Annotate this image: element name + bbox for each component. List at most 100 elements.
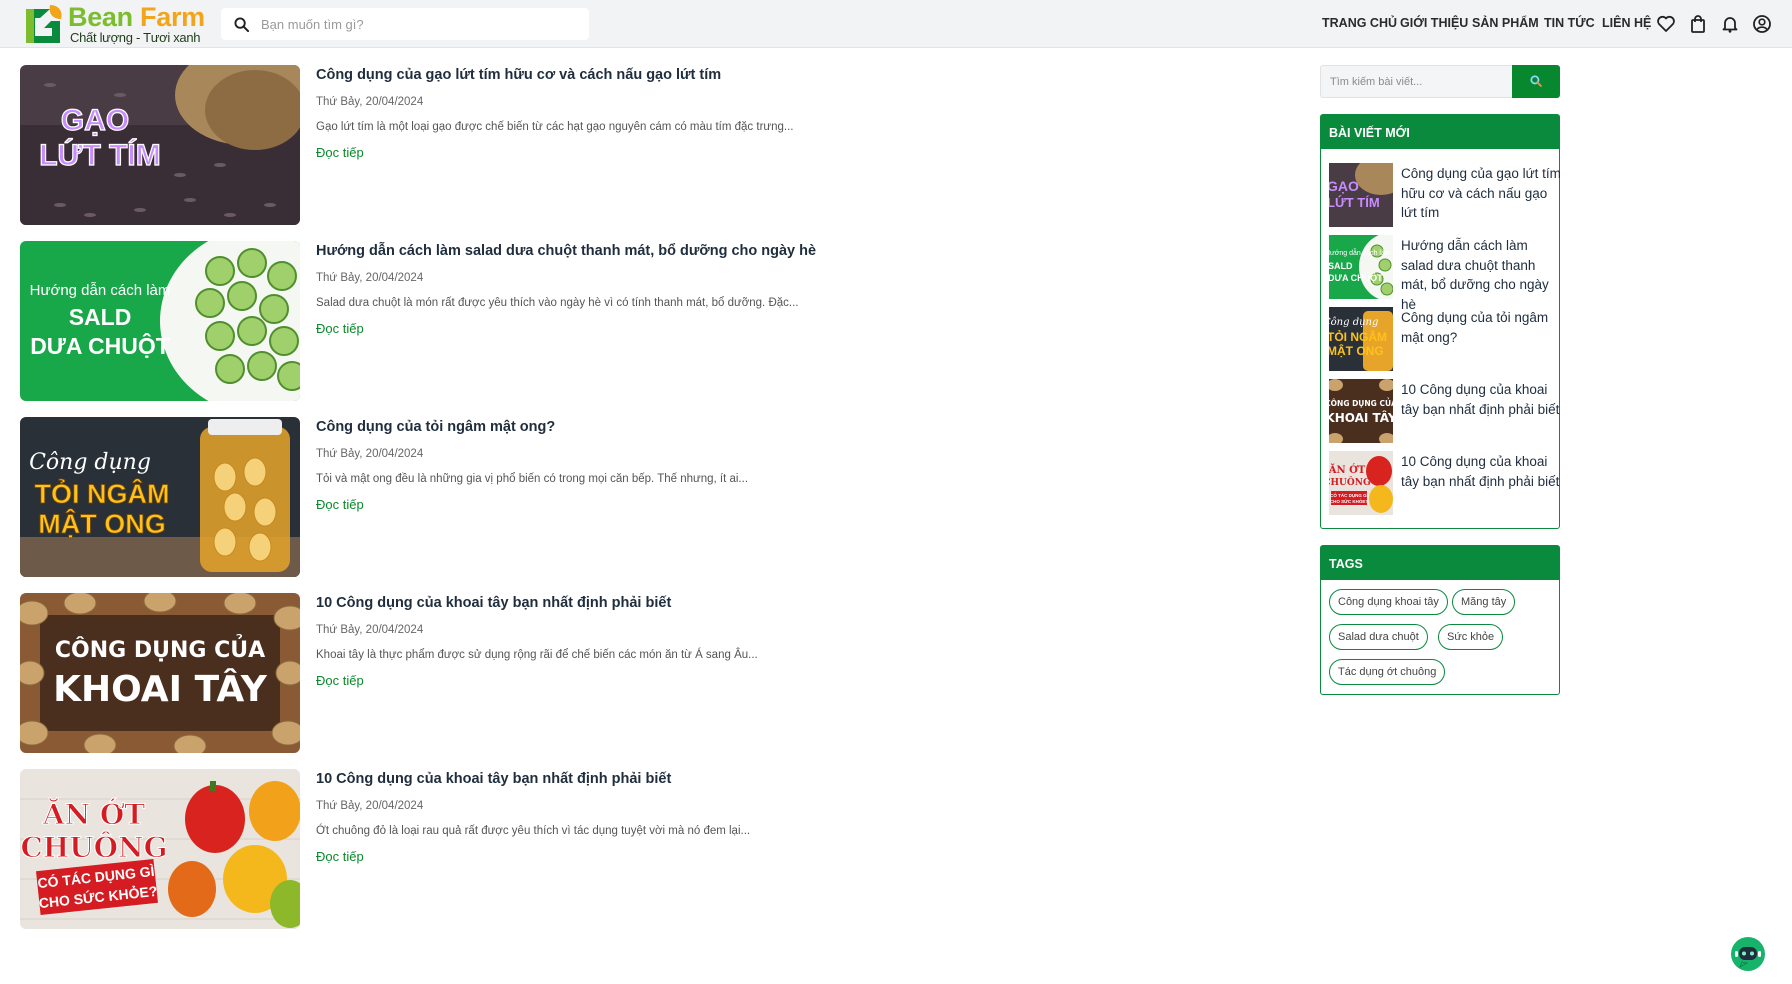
article-thumbnail[interactable]: Công dụng TỎI NGÂM MẬT ONG xyxy=(20,417,300,577)
main-nav: TRANG CHỦ GIỚI THIỆU SẢN PHẨM TIN TỨC LI… xyxy=(0,16,1792,34)
article-thumbnail[interactable]: GẠO LỨT TÍM xyxy=(20,65,300,225)
article-excerpt: Gạo lứt tím là một loại gạo được chế biế… xyxy=(316,121,794,133)
recent-post-item[interactable]: CÔNG DỤNG CỦA KHOAI TÂY 10 Công dụng của… xyxy=(1329,379,1561,443)
top-header: Bean Farm Chất lượng - Tươi xanh TRANG C… xyxy=(0,0,1792,48)
svg-text:CÔNG DỤNG CỦA: CÔNG DỤNG CỦA xyxy=(55,635,265,663)
bell-icon[interactable] xyxy=(1720,14,1740,34)
svg-text:KHOAI TÂY: KHOAI TÂY xyxy=(1329,410,1393,425)
svg-text:GẠO: GẠO xyxy=(1329,178,1359,194)
nav-home[interactable]: TRANG CHỦ xyxy=(1322,16,1397,30)
recent-post-title: Công dụng của gạo lứt tím hữu cơ và cách… xyxy=(1401,166,1561,220)
article-card: GẠO LỨT TÍM Công dụng của gạo lứt tím hữ… xyxy=(20,65,880,225)
chatbot-icon[interactable] xyxy=(1730,936,1766,972)
recent-post-item[interactable]: Hướng dẫn cách làm SALD DƯA CHUỘT Hướng … xyxy=(1329,235,1561,312)
svg-text:Công dụng: Công dụng xyxy=(29,450,151,475)
svg-text:CHUÔNG: CHUÔNG xyxy=(20,830,167,864)
svg-text:SALD: SALD xyxy=(1329,261,1353,271)
sidebar-search-button[interactable] xyxy=(1512,65,1560,98)
read-more-link[interactable]: Đọc tiếp xyxy=(316,849,364,864)
tags-title: TAGS xyxy=(1321,546,1559,580)
recent-posts-panel: BÀI VIẾT MỚI GẠO LỨT TÍM Công dụng của g… xyxy=(1320,114,1561,529)
article-excerpt: Ớt chuông đỏ là loại rau quả rất được yê… xyxy=(316,825,751,837)
potato-image: CÔNG DỤNG CỦA KHOAI TÂY xyxy=(20,593,300,753)
purple-rice-image: GẠO LỨT TÍM xyxy=(20,65,300,225)
article-date: Thứ Bảy, 20/04/2024 xyxy=(316,624,424,636)
article-thumbnail[interactable]: Hướng dẫn cách làm SALD DƯA CHUỘT xyxy=(20,241,300,401)
sidebar-search-input[interactable] xyxy=(1320,65,1512,98)
read-more-link[interactable]: Đọc tiếp xyxy=(316,673,364,688)
article-title[interactable]: Hướng dẫn cách làm salad dưa chuột thanh… xyxy=(316,243,816,259)
tag-chip[interactable]: Sức khỏe xyxy=(1438,624,1504,650)
nav-about[interactable]: GIỚI THIỆU xyxy=(1400,16,1468,30)
article-thumbnail[interactable]: ĂN ỚT CHUÔNG CÓ TÁC DỤNG GÌ CHO SỨC KHỎE… xyxy=(20,769,300,929)
shopping-bag-icon[interactable] xyxy=(1688,14,1708,34)
tag-chip[interactable]: Măng tây xyxy=(1452,589,1516,615)
tag-chip[interactable]: Salad dưa chuột xyxy=(1329,624,1428,650)
search-icon xyxy=(1530,75,1542,87)
svg-text:CÓ TÁC DỤNG GÌ: CÓ TÁC DỤNG GÌ xyxy=(1330,491,1368,498)
article-card: Công dụng TỎI NGÂM MẬT ONG Công dụng của… xyxy=(20,417,880,577)
svg-text:TỎI NGÂM: TỎI NGÂM xyxy=(35,477,170,509)
read-more-link[interactable]: Đọc tiếp xyxy=(316,145,364,160)
article-thumbnail[interactable]: CÔNG DỤNG CỦA KHOAI TÂY xyxy=(20,593,300,753)
article-title[interactable]: 10 Công dụng của khoai tây bạn nhất định… xyxy=(316,771,671,787)
svg-text:ĂN ỚT: ĂN ỚT xyxy=(42,797,145,831)
svg-text:TỎI NGÂM: TỎI NGÂM xyxy=(1329,329,1387,344)
nav-products[interactable]: SẢN PHẨM xyxy=(1472,16,1539,30)
article-excerpt: Tỏi và mật ong đều là những gia vị phổ b… xyxy=(316,473,749,485)
svg-text:CHUÔNG: CHUÔNG xyxy=(1329,476,1371,488)
nav-contact[interactable]: LIÊN HỆ xyxy=(1602,16,1651,30)
article-card: Hướng dẫn cách làm SALD DƯA CHUỘT Hướng … xyxy=(20,241,880,401)
recent-post-thumbnail: GẠO LỨT TÍM xyxy=(1329,163,1393,227)
recent-post-title: 10 Công dụng của khoai tây bạn nhất định… xyxy=(1401,454,1560,489)
recent-post-thumbnail: ĂN ỚT CHUÔNG CÓ TÁC DỤNG GÌ CHO SỨC KHỎE… xyxy=(1329,451,1393,515)
garlic-honey-image: Công dụng TỎI NGÂM MẬT ONG xyxy=(20,417,300,577)
recent-post-item[interactable]: Công dụng TỎI NGÂM MẬT ONG Công dụng của… xyxy=(1329,307,1561,371)
read-more-link[interactable]: Đọc tiếp xyxy=(316,321,364,336)
read-more-link[interactable]: Đọc tiếp xyxy=(316,497,364,512)
tag-chip[interactable]: Tác dụng ớt chuông xyxy=(1329,659,1446,685)
recent-posts-title: BÀI VIẾT MỚI xyxy=(1321,115,1559,149)
svg-text:MẬT ONG: MẬT ONG xyxy=(1329,343,1384,358)
svg-text:CHO SỨC KHỎE?: CHO SỨC KHỎE? xyxy=(1330,498,1368,504)
svg-text:MẬT ONG: MẬT ONG xyxy=(38,508,166,539)
article-title[interactable]: Công dụng của gạo lứt tím hữu cơ và cách… xyxy=(316,67,721,83)
svg-text:SALD: SALD xyxy=(69,304,132,330)
svg-text:Hướng dẫn cách làm: Hướng dẫn cách làm xyxy=(1329,248,1391,257)
article-card: ĂN ỚT CHUÔNG CÓ TÁC DỤNG GÌ CHO SỨC KHỎE… xyxy=(20,769,880,929)
svg-text:LỨT TÍM: LỨT TÍM xyxy=(39,138,161,172)
article-date: Thứ Bảy, 20/04/2024 xyxy=(316,800,424,812)
svg-text:DƯA CHUỘT: DƯA CHUỘT xyxy=(1329,272,1383,283)
svg-text:Hướng dẫn cách làm: Hướng dẫn cách làm xyxy=(30,282,171,299)
recent-post-item[interactable]: ĂN ỚT CHUÔNG CÓ TÁC DỤNG GÌ CHO SỨC KHỎE… xyxy=(1329,451,1561,515)
recent-post-title: Hướng dẫn cách làm salad dưa chuột thanh… xyxy=(1401,238,1549,312)
nav-news[interactable]: TIN TỨC xyxy=(1544,16,1595,30)
article-date: Thứ Bảy, 20/04/2024 xyxy=(316,448,424,460)
article-title[interactable]: Công dụng của tỏi ngâm mật ong? xyxy=(316,419,555,435)
svg-text:KHOAI TÂY: KHOAI TÂY xyxy=(53,668,268,710)
recent-post-thumbnail: CÔNG DỤNG CỦA KHOAI TÂY xyxy=(1329,379,1393,443)
svg-text:ĂN ỚT: ĂN ỚT xyxy=(1329,464,1366,476)
article-date: Thứ Bảy, 20/04/2024 xyxy=(316,272,424,284)
article-excerpt: Khoai tây là thực phẩm được sử dụng rộng… xyxy=(316,649,758,661)
recent-post-thumbnail: Công dụng TỎI NGÂM MẬT ONG xyxy=(1329,307,1393,371)
recent-post-item[interactable]: GẠO LỨT TÍM Công dụng của gạo lứt tím hữ… xyxy=(1329,163,1561,227)
tags-panel: TAGS Công dụng khoai tây Măng tây Salad … xyxy=(1320,545,1560,695)
tag-chip[interactable]: Công dụng khoai tây xyxy=(1329,589,1448,615)
svg-text:DƯA CHUỘT: DƯA CHUỘT xyxy=(30,332,170,359)
cucumber-salad-image: Hướng dẫn cách làm SALD DƯA CHUỘT xyxy=(20,241,300,401)
article-excerpt: Salad dưa chuột là món rất được yêu thíc… xyxy=(316,297,799,309)
article-date: Thứ Bảy, 20/04/2024 xyxy=(316,96,424,108)
svg-text:CÔNG DỤNG CỦA: CÔNG DỤNG CỦA xyxy=(1329,398,1393,408)
bell-pepper-image: ĂN ỚT CHUÔNG CÓ TÁC DỤNG GÌ CHO SỨC KHỎE… xyxy=(20,769,300,929)
svg-text:Công dụng: Công dụng xyxy=(1329,317,1378,328)
sidebar-search xyxy=(1320,65,1560,98)
recent-post-thumbnail: Hướng dẫn cách làm SALD DƯA CHUỘT xyxy=(1329,235,1393,299)
article-card: CÔNG DỤNG CỦA KHOAI TÂY 10 Công dụng của… xyxy=(20,593,880,753)
recent-post-title: 10 Công dụng của khoai tây bạn nhất định… xyxy=(1401,382,1560,417)
user-icon[interactable] xyxy=(1752,14,1772,34)
svg-text:GẠO: GẠO xyxy=(61,104,129,137)
svg-text:LỨT TÍM: LỨT TÍM xyxy=(1329,195,1380,210)
article-title[interactable]: 10 Công dụng của khoai tây bạn nhất định… xyxy=(316,595,671,611)
heart-icon[interactable] xyxy=(1656,14,1676,34)
